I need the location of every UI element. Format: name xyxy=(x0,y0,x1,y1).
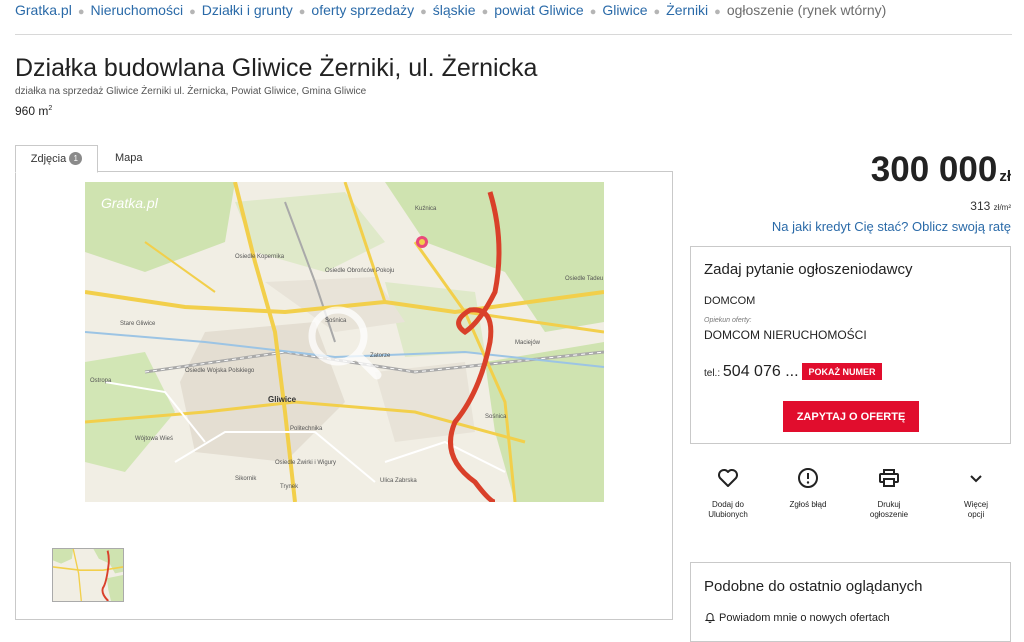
more-label-line2: opcji xyxy=(967,510,985,519)
similar-listings-box: Podobne do ostatnio oglądanych Powiadom … xyxy=(690,562,1011,642)
breadcrumb-dzialki[interactable]: Działki i grunty xyxy=(202,2,293,18)
map-label: Sośnica xyxy=(485,414,507,420)
tab-map[interactable]: Mapa xyxy=(115,145,143,171)
photo-thumbnail[interactable] xyxy=(52,548,124,602)
map-label: Sośnica xyxy=(325,318,347,324)
breadcrumb-nieruchomosci[interactable]: Nieruchomości xyxy=(90,2,183,18)
similar-title: Podobne do ostatnio oglądanych xyxy=(704,578,923,595)
map-label: Gliwice xyxy=(268,395,297,404)
map-label: Zatorze xyxy=(370,353,391,359)
breadcrumb-separator: ● xyxy=(77,6,85,18)
alert-circle-icon xyxy=(798,468,818,488)
map-watermark: Gratka.pl xyxy=(101,195,159,211)
agency-name: DOMCOM xyxy=(704,295,756,307)
breadcrumb-slaskie[interactable]: śląskie xyxy=(433,2,476,18)
breadcrumb-separator: ● xyxy=(481,6,489,18)
listing-area: 960 m2 xyxy=(15,104,52,118)
breadcrumb-separator: ● xyxy=(589,6,597,18)
printer-icon xyxy=(879,469,899,487)
report-error-button[interactable]: Zgłoś błąd xyxy=(773,466,843,510)
price-value: 300 000 xyxy=(870,150,998,189)
ask-about-offer-button[interactable]: ZAPYTAJ O OFERTĘ xyxy=(783,401,919,432)
caretaker-label: Opiekun oferty: xyxy=(704,317,752,324)
breadcrumb-zerniki[interactable]: Żerniki xyxy=(666,2,708,18)
breadcrumb-separator: ● xyxy=(298,6,306,18)
contact-title: Zadaj pytanie ogłoszeniodawcy xyxy=(704,261,913,278)
report-label: Zgłoś błąd xyxy=(789,500,827,509)
map-label: Ulica Zabrska xyxy=(380,478,417,484)
map-label: Ostropa xyxy=(90,378,112,384)
favorites-label-line1: Dodaj do xyxy=(711,500,745,509)
tab-photos[interactable]: Zdjęcia 1 xyxy=(15,145,98,173)
more-options-button[interactable]: Więcej opcji xyxy=(941,466,1011,520)
map-label: Osiedle Kopernika xyxy=(235,254,285,260)
more-options-label: Więcej opcji xyxy=(941,500,1011,520)
breadcrumb-oferty[interactable]: oferty sprzedaży xyxy=(311,2,414,18)
breadcrumb-separator: ● xyxy=(653,6,661,18)
map-label: Sikornik xyxy=(235,476,257,482)
listing-location: działka na sprzedaż Gliwice Żerniki ul. … xyxy=(15,86,367,97)
price-per-m2-unit: zł/m² xyxy=(993,203,1011,212)
print-label-line1: Drukuj xyxy=(877,500,901,509)
breadcrumb-powiat[interactable]: powiat Gliwice xyxy=(494,2,583,18)
breadcrumb-separator: ● xyxy=(714,6,721,18)
price-per-m2: 313 zł/m² xyxy=(970,199,1011,213)
map-label: Wójtowa Wieś xyxy=(135,436,173,442)
tab-photos-label: Zdjęcia xyxy=(30,153,67,165)
map-label: Stare Gliwice xyxy=(120,321,156,327)
favorites-label-line2: Ulubionych xyxy=(708,510,748,519)
show-number-button[interactable]: POKAŻ NUMER xyxy=(802,363,882,380)
breadcrumb-separator: ● xyxy=(420,6,427,18)
heart-icon xyxy=(718,469,738,487)
phone-partial: 504 076 ... xyxy=(722,363,799,380)
notify-new-offers-link[interactable]: Powiadom mnie o nowych ofertach xyxy=(704,611,890,624)
main-photo[interactable]: Gratka.pl Kuźnica Osiedle Kopernika Osie… xyxy=(85,182,604,502)
bell-icon xyxy=(704,613,716,623)
add-to-favorites-button[interactable]: Dodaj do Ulubionych xyxy=(693,466,763,520)
breadcrumb: Gratka.pl ● Nieruchomości ● Działki i grunty… xyxy=(15,0,1012,35)
notify-label: Powiadom mnie o nowych ofertach xyxy=(719,612,890,624)
phone-number: tel.: 504 076 ... xyxy=(704,363,799,381)
contact-box: Zadaj pytanie ogłoszeniodawcy DOMCOM Opi… xyxy=(690,246,1011,444)
loan-calculator-link[interactable]: Na jaki kredyt Cię stać? Oblicz swoją ra… xyxy=(772,219,1011,234)
price: 300 000 zł xyxy=(871,150,1011,190)
map-label: Osiedle Wojska Polskiego xyxy=(185,368,255,374)
photos-count-badge: 1 xyxy=(69,152,83,165)
area-exponent: 2 xyxy=(48,105,53,112)
print-label-line2: ogłoszenie xyxy=(869,510,909,519)
chevron-down-icon xyxy=(970,475,982,483)
print-label: Drukuj ogłoszenie xyxy=(854,500,924,520)
map-label: Osiedle Tadeu xyxy=(565,276,603,282)
map-label: Osiedle Obrońców Pokoju xyxy=(325,268,394,274)
map-label: Politechnika xyxy=(290,426,323,432)
breadcrumb-separator: ● xyxy=(189,6,196,18)
area-value: 960 m xyxy=(15,104,49,118)
page-title: Działka budowlana Gliwice Żerniki, ul. Ż… xyxy=(15,54,538,82)
map-label: Maciejów xyxy=(515,340,541,346)
map-image: Gratka.pl Kuźnica Osiedle Kopernika Osie… xyxy=(85,182,604,502)
map-label: Trynek xyxy=(280,484,299,490)
price-currency: zł xyxy=(999,168,1011,185)
print-button[interactable]: Drukuj ogłoszenie xyxy=(854,466,924,520)
photo-gallery: Gratka.pl Kuźnica Osiedle Kopernika Osie… xyxy=(15,171,673,620)
breadcrumb-gliwice[interactable]: Gliwice xyxy=(602,2,647,18)
breadcrumb-gratka[interactable]: Gratka.pl xyxy=(15,2,72,18)
map-label: Osiedle Żwirki i Wigury xyxy=(275,459,336,466)
favorites-label: Dodaj do Ulubionych xyxy=(693,500,763,520)
phone-label: tel.: xyxy=(704,368,721,379)
thumbnail-map-image xyxy=(53,549,123,601)
price-per-m2-value: 313 xyxy=(970,199,991,213)
caretaker-name: DOMCOM NIERUCHOMOŚCI xyxy=(704,328,867,342)
breadcrumb-current: ogłoszenie (rynek wtórny) xyxy=(726,2,887,18)
map-label: Kuźnica xyxy=(415,206,437,212)
more-label-line1: Więcej xyxy=(963,500,988,509)
